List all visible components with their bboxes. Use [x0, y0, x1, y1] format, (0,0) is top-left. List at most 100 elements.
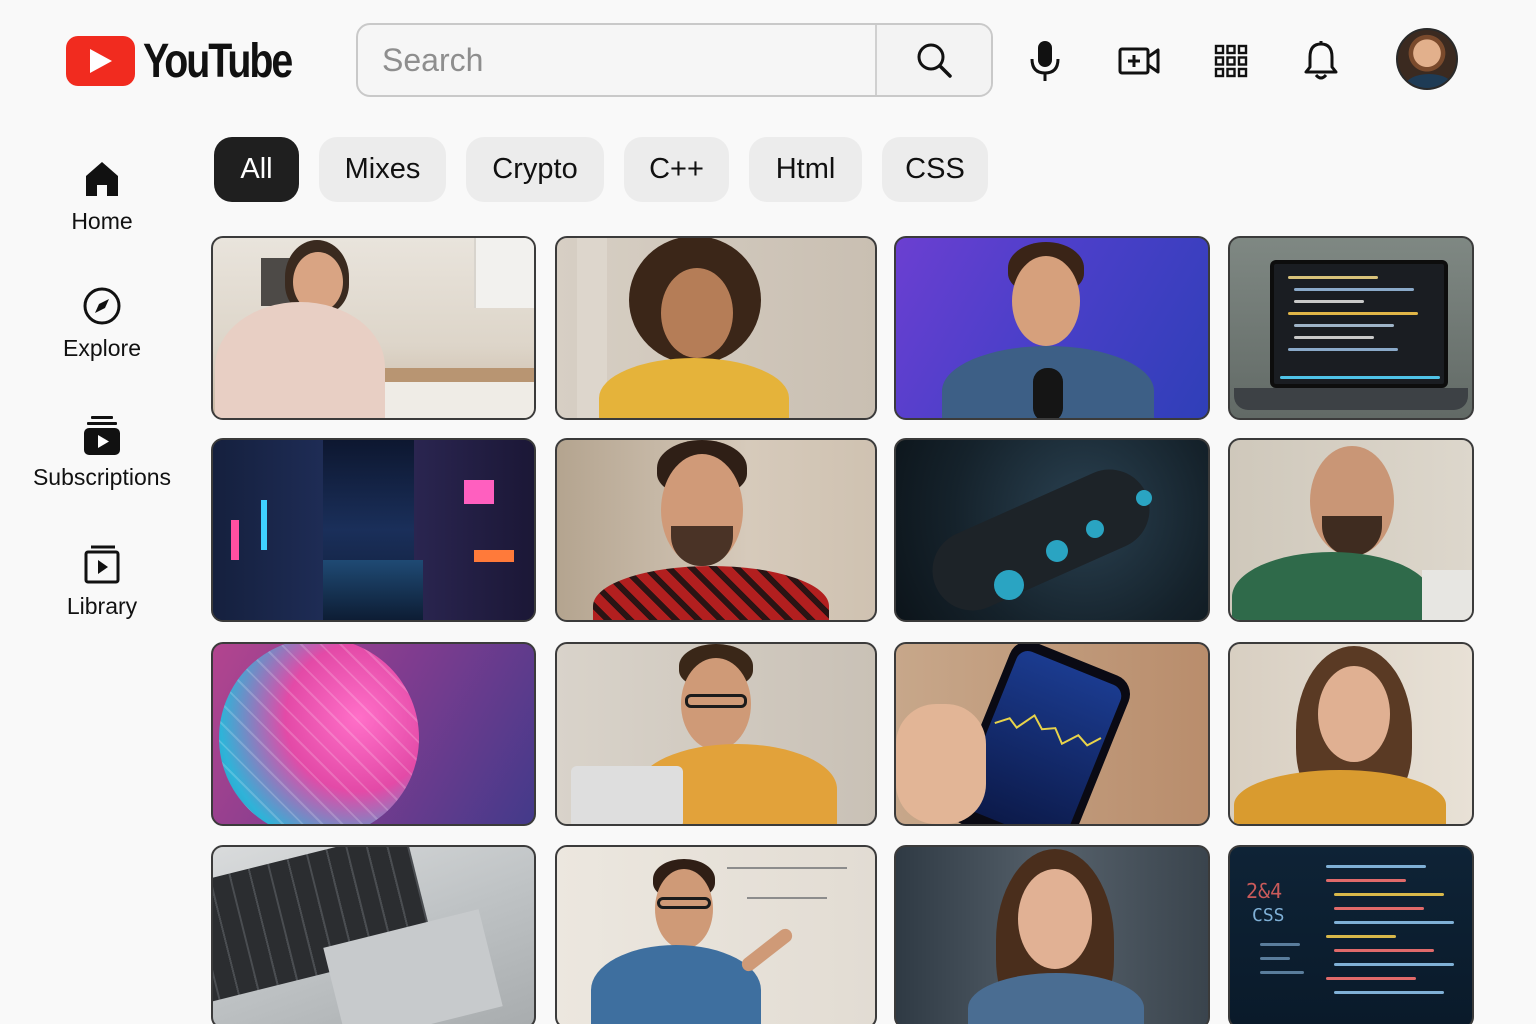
thumb-face	[661, 268, 733, 358]
video-thumbnail-man-glasses-laptop[interactable]	[555, 642, 877, 826]
thumb-code-line	[1326, 977, 1416, 980]
thumb-drawers	[373, 382, 534, 418]
sidebar-item-label: Subscriptions	[32, 464, 172, 490]
thumb-microphone	[1033, 368, 1063, 418]
chip-mixes[interactable]: Mixes	[319, 137, 446, 202]
thumb-code-line	[1288, 348, 1398, 351]
thumb-code-line	[1260, 943, 1300, 946]
thumb-code-line	[1288, 276, 1378, 279]
search-icon	[917, 43, 952, 78]
video-thumbnail-woman-long-hair[interactable]	[1228, 642, 1474, 826]
thumb-sphere-mesh	[219, 644, 419, 824]
sidebar-item-home[interactable]: Home	[12, 156, 192, 235]
video-thumbnail-robotic-hand[interactable]	[894, 438, 1210, 622]
notifications-bell-icon	[1304, 41, 1338, 80]
thumb-code-line	[1294, 300, 1364, 303]
thumb-neon-sign	[261, 500, 267, 550]
thumb-code-line	[1334, 949, 1434, 952]
youtube-play-logo-icon	[66, 36, 135, 86]
user-avatar[interactable]	[1396, 28, 1458, 90]
thumb-denim-shirt	[968, 973, 1144, 1024]
filter-chips-bar: All Mixes Crypto C++ Html CSS	[214, 137, 988, 202]
video-thumbnail-abstract-sphere[interactable]	[211, 642, 536, 826]
thumb-glasses	[685, 694, 747, 708]
thumb-code-line	[1288, 312, 1418, 315]
thumb-code-line	[1334, 991, 1444, 994]
thumb-robot-hand	[919, 456, 1163, 620]
thumb-robot-joint	[1086, 520, 1104, 538]
thumb-whiteboard-sketch	[727, 867, 847, 869]
thumb-counter	[363, 368, 534, 382]
library-icon	[84, 545, 120, 584]
thumb-plaid-shirt	[593, 566, 829, 620]
thumb-code-line	[1334, 921, 1454, 924]
thumb-wet-street	[323, 560, 423, 620]
thumb-laptop	[1422, 570, 1472, 620]
thumb-robot-joint	[1136, 490, 1152, 506]
thumb-neon-sign	[474, 550, 514, 562]
sidebar-item-label: Library	[66, 593, 138, 619]
chip-all[interactable]: All	[214, 137, 299, 202]
avatar-shirt	[1406, 74, 1452, 88]
youtube-home-page: YouTube Search Home Explore Subscription…	[0, 0, 1536, 1024]
chip-crypto[interactable]: Crypto	[466, 137, 604, 202]
thumb-building-left	[213, 440, 323, 620]
thumb-crypto-chart	[994, 713, 1102, 747]
sidebar-item-library[interactable]: Library	[12, 541, 192, 620]
thumb-denim-shirt	[591, 945, 761, 1024]
search-input[interactable]	[358, 25, 875, 95]
video-thumbnail-man-microphone[interactable]	[894, 236, 1210, 420]
thumb-whiteboard-sketch	[747, 897, 827, 899]
thumb-face	[1012, 256, 1080, 346]
thumb-code-line	[1294, 324, 1394, 327]
video-thumbnail-phone-crypto[interactable]	[894, 642, 1210, 826]
video-thumbnail-woman-cooking[interactable]	[211, 236, 536, 420]
thumb-laptop	[571, 766, 683, 824]
video-thumbnail-woman-smiling[interactable]	[894, 845, 1210, 1024]
youtube-logo[interactable]: YouTube	[66, 35, 324, 88]
thumb-hand	[896, 704, 986, 824]
voice-search-button[interactable]	[1022, 38, 1068, 84]
sidebar-item-subscriptions[interactable]: Subscriptions	[12, 412, 192, 491]
video-thumbnail-laptop-code[interactable]	[1228, 236, 1474, 420]
thumb-code-line	[1326, 935, 1396, 938]
chip-css[interactable]: CSS	[882, 137, 988, 202]
thumb-sweater	[215, 302, 385, 418]
video-thumbnail-neon-city[interactable]	[211, 438, 536, 622]
video-thumbnail-css-code[interactable]: 2&4 CSS	[1228, 845, 1474, 1024]
sidebar-item-label: Home	[71, 208, 133, 234]
thumb-neon-sign	[464, 480, 494, 504]
create-button[interactable]	[1116, 38, 1162, 84]
search-button[interactable]	[875, 25, 991, 95]
thumb-face	[1018, 869, 1092, 969]
sidebar-item-explore[interactable]: Explore	[12, 283, 192, 362]
subscriptions-icon	[84, 416, 120, 455]
thumb-code-number: 2&4	[1246, 879, 1283, 903]
video-thumbnail-man-plaid-shirt[interactable]	[555, 438, 877, 622]
apps-grid-icon	[1214, 44, 1248, 78]
thumb-robot-joint	[1046, 540, 1068, 562]
thumb-beard	[1322, 516, 1382, 556]
create-video-icon	[1118, 47, 1160, 75]
search-bar	[356, 23, 993, 97]
chip-html[interactable]: Html	[749, 137, 862, 202]
thumb-laptop-base	[1234, 388, 1468, 410]
video-thumbnail-woman-curly-hair[interactable]	[555, 236, 877, 420]
video-thumbnail-laptop-keyboard[interactable]	[211, 845, 536, 1024]
thumb-cabinet	[474, 238, 534, 308]
chip-cpp[interactable]: C++	[624, 137, 729, 202]
thumb-neon-sign	[231, 520, 239, 560]
thumb-yellow-shirt	[599, 358, 789, 418]
microphone-icon	[1030, 41, 1060, 81]
thumb-green-sweater	[1232, 552, 1432, 620]
thumb-code-line	[1294, 336, 1374, 339]
thumb-code-line	[1326, 865, 1426, 868]
home-icon	[86, 162, 118, 196]
notifications-button[interactable]	[1298, 38, 1344, 84]
video-thumbnail-man-whiteboard[interactable]	[555, 845, 877, 1024]
thumb-laptop-screen	[1270, 260, 1448, 388]
thumb-css-label: CSS	[1252, 905, 1285, 926]
thumb-face	[655, 869, 713, 949]
apps-button[interactable]	[1208, 38, 1254, 84]
video-thumbnail-man-green-sweater[interactable]	[1228, 438, 1474, 622]
